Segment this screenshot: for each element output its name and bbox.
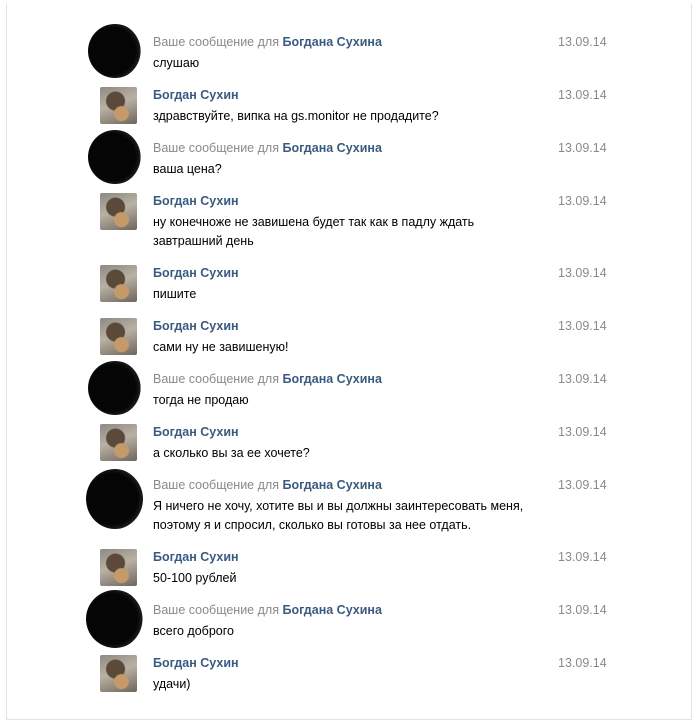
message-author: Ваше сообщение для Богдана Сухина (153, 602, 382, 618)
message-author: Богдан Сухин (153, 655, 239, 671)
message-text: удачи) (153, 677, 191, 691)
author-link[interactable]: Богдан Сухин (153, 266, 239, 280)
message-date[interactable]: 13.09.14 (558, 318, 607, 334)
avatar[interactable] (100, 549, 137, 586)
message-date[interactable]: 13.09.14 (558, 655, 607, 671)
avatar[interactable] (100, 655, 137, 692)
avatar[interactable] (100, 318, 137, 355)
message-date[interactable]: 13.09.14 (558, 140, 607, 156)
author-link[interactable]: Богдан Сухин (153, 425, 239, 439)
message-date[interactable]: 13.09.14 (558, 371, 607, 387)
message-text: Я ничего не хочу, хотите вы и вы должны … (153, 499, 524, 532)
message-date[interactable]: 13.09.14 (558, 549, 607, 565)
message-text: сами ну не завишеную! (153, 340, 289, 354)
message-date[interactable]: 13.09.14 (558, 424, 607, 440)
message-author: Ваше сообщение для Богдана Сухина (153, 371, 382, 387)
message-author: Богдан Сухин (153, 87, 239, 103)
message-author: Ваше сообщение для Богдана Сухина (153, 34, 382, 50)
author-link[interactable]: Богдан Сухин (153, 319, 239, 333)
message-text: пишите (153, 287, 197, 301)
message-text: ну конечноже не завишена будет так как в… (153, 215, 475, 248)
author-link[interactable]: Богдана Сухина (282, 141, 381, 155)
author-link[interactable]: Богдана Сухина (282, 603, 381, 617)
author-link[interactable]: Богдана Сухина (282, 35, 381, 49)
avatar[interactable] (88, 361, 142, 415)
message-date[interactable]: 13.09.14 (558, 193, 607, 209)
recipient-prefix: Ваше сообщение для (153, 35, 279, 49)
avatar[interactable] (100, 87, 137, 124)
author-link[interactable]: Богдан Сухин (153, 656, 239, 670)
message-text: здравствуйте, випка на gs.monitor не про… (153, 109, 439, 123)
avatar[interactable] (100, 193, 137, 230)
message-author: Богдан Сухин (153, 193, 239, 209)
author-link[interactable]: Богдана Сухина (282, 478, 381, 492)
avatar[interactable] (86, 590, 144, 648)
recipient-prefix: Ваше сообщение для (153, 372, 279, 386)
avatar[interactable] (100, 265, 137, 302)
message-text: всего доброго (153, 624, 234, 638)
avatar[interactable] (86, 469, 144, 529)
message-text: слушаю (153, 56, 200, 70)
author-link[interactable]: Богдан Сухин (153, 88, 239, 102)
author-link[interactable]: Богдан Сухин (153, 194, 239, 208)
recipient-prefix: Ваше сообщение для (153, 478, 279, 492)
message-date[interactable]: 13.09.14 (558, 87, 607, 103)
message-text: тогда не продаю (153, 393, 249, 407)
recipient-prefix: Ваше сообщение для (153, 141, 279, 155)
author-link[interactable]: Богдана Сухина (282, 372, 381, 386)
message-author: Богдан Сухин (153, 424, 239, 440)
avatar[interactable] (100, 424, 137, 461)
message-author: Ваше сообщение для Богдана Сухина (153, 140, 382, 156)
message-text: ваша цена? (153, 162, 222, 176)
message-date[interactable]: 13.09.14 (558, 34, 607, 50)
message-text: 50-100 рублей (153, 571, 237, 585)
recipient-prefix: Ваше сообщение для (153, 603, 279, 617)
message-author: Богдан Сухин (153, 318, 239, 334)
message-date[interactable]: 13.09.14 (558, 477, 607, 493)
author-link[interactable]: Богдан Сухин (153, 550, 239, 564)
message-date[interactable]: 13.09.14 (558, 602, 607, 618)
avatar[interactable] (88, 24, 142, 78)
message-author: Ваше сообщение для Богдана Сухина (153, 477, 382, 493)
message-author: Богдан Сухин (153, 549, 239, 565)
message-author: Богдан Сухин (153, 265, 239, 281)
message-text: а сколько вы за ее хочете? (153, 446, 310, 460)
message-date[interactable]: 13.09.14 (558, 265, 607, 281)
avatar[interactable] (88, 130, 142, 184)
